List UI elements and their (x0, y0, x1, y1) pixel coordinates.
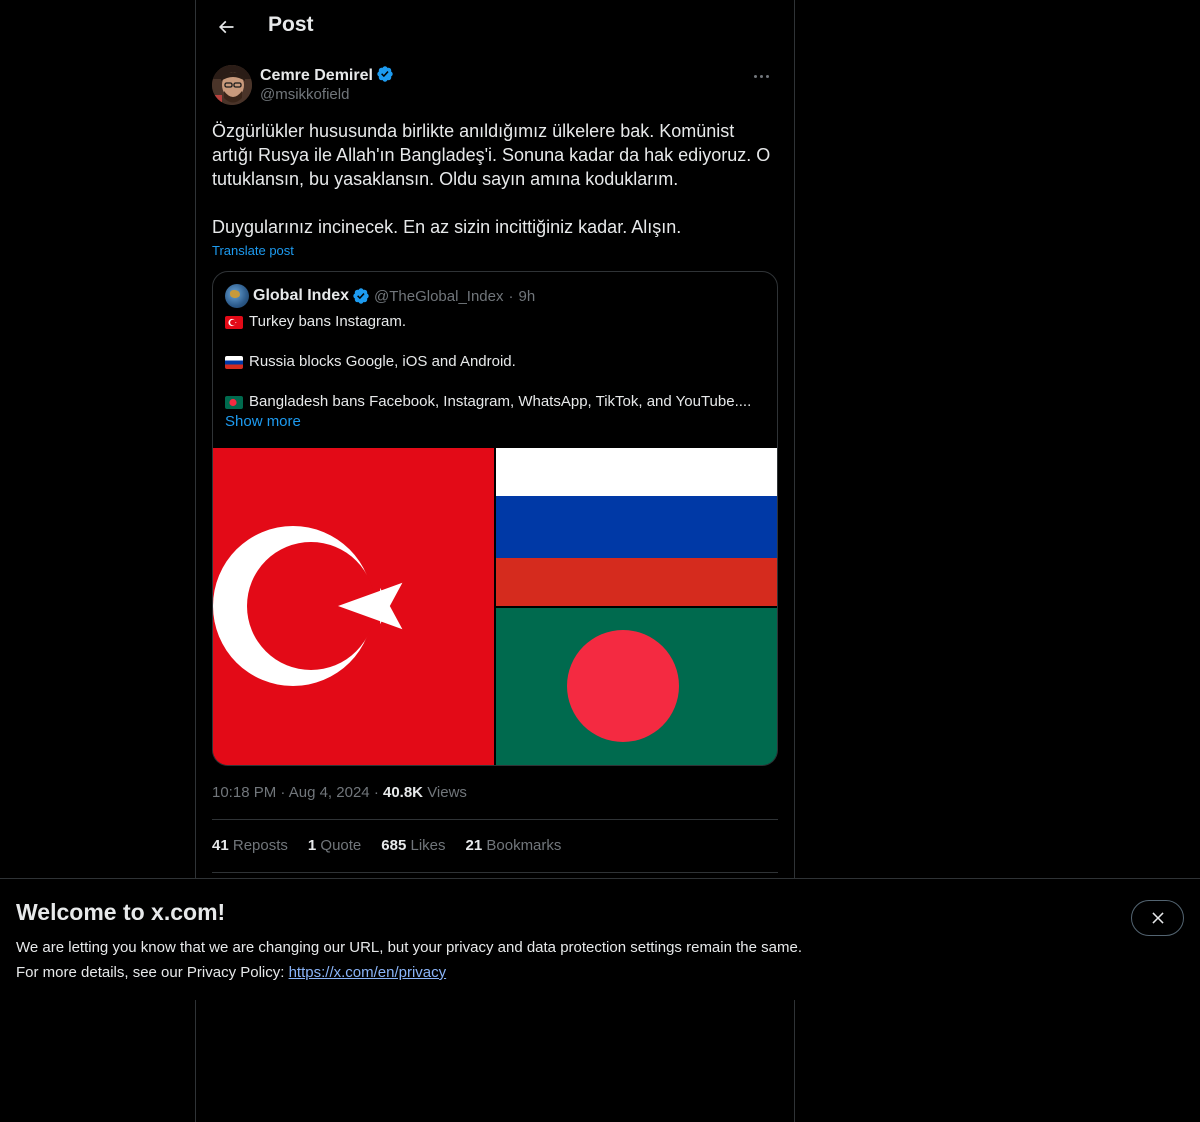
russia-flag-image[interactable] (496, 448, 777, 606)
divider (212, 872, 778, 873)
bangladesh-flag-image[interactable] (496, 608, 777, 765)
bangladesh-flag-icon (225, 395, 243, 409)
banner-title: Welcome to x.com! (16, 899, 226, 925)
post-paragraph: Duygularınız incinecek. En az sizin inci… (212, 217, 682, 237)
quote-author-name: Global Index (253, 287, 350, 304)
verified-badge-icon (353, 288, 369, 304)
back-button[interactable] (208, 9, 244, 45)
turkey-flag-image[interactable] (213, 448, 494, 765)
close-button[interactable] (1131, 900, 1184, 936)
banner-text: We are letting you know that we are chan… (16, 935, 802, 985)
divider (212, 819, 778, 820)
bookmarks-stat[interactable]: 21 Bookmarks (466, 837, 562, 854)
post-paragraph: Özgürlükler hususunda birlikte anıldığım… (212, 121, 771, 189)
quote-header: Global Index @TheGlobal_Index · 9h (225, 284, 536, 308)
author-handle[interactable]: @msikkofield (260, 86, 349, 103)
quote-avatar (225, 284, 249, 308)
post-date[interactable]: Aug 4, 2024 (289, 784, 370, 801)
author-name-text[interactable]: Cemre Demirel (260, 67, 373, 84)
more-button[interactable] (744, 64, 778, 88)
russia-flag-icon (225, 355, 243, 369)
quoted-post[interactable]: Global Index @TheGlobal_Index · 9h Turke… (212, 271, 778, 766)
quote-author-handle: @TheGlobal_Index (374, 287, 504, 305)
more-icon (753, 74, 757, 78)
turkey-flag-icon (225, 315, 243, 329)
privacy-policy-link[interactable]: https://x.com/en/privacy (289, 964, 447, 981)
back-arrow-icon (218, 20, 234, 34)
quote-line: Russia blocks Google, iOS and Android. (225, 352, 770, 372)
url-change-banner: Welcome to x.com! We are letting you kno… (0, 878, 1200, 1000)
quote-media[interactable] (213, 448, 777, 765)
banner-line: For more details, see our Privacy Policy… (16, 964, 447, 981)
post-text: Özgürlükler hususunda birlikte anıldığım… (212, 119, 778, 239)
show-more-link[interactable]: Show more (225, 412, 770, 432)
avatar[interactable] (212, 65, 252, 105)
author-name[interactable]: Cemre Demirel (260, 65, 394, 85)
quote-stat[interactable]: 1 Quote (308, 837, 361, 854)
post-time[interactable]: 10:18 PM (212, 784, 276, 801)
likes-stat[interactable]: 685 Likes (381, 837, 445, 854)
views-label: Views (427, 784, 467, 801)
post-stats: 41 Reposts 1 Quote 685 Likes 21 Bookmark… (212, 837, 561, 854)
page-title: Post (268, 13, 314, 36)
views-count: 40.8K (382, 784, 424, 801)
reposts-stat[interactable]: 41 Reposts (212, 837, 288, 854)
post-author: Cemre Demirel @msikkofield (212, 64, 778, 108)
verified-badge-icon (377, 66, 393, 82)
quote-line: Turkey bans Instagram. (225, 312, 770, 332)
quote-line: Bangladesh bans Facebook, Instagram, Wha… (225, 392, 770, 412)
header-bar: Post (196, 0, 794, 54)
quote-text: Turkey bans Instagram. Russia blocks Goo… (225, 312, 770, 432)
banner-line: We are letting you know that we are chan… (16, 939, 802, 956)
post-meta: 10:18 PM · Aug 4, 2024 · 40.8K Views (212, 784, 467, 801)
close-icon (1151, 912, 1164, 924)
translate-link[interactable]: Translate post (212, 243, 294, 258)
quote-time: 9h (518, 287, 536, 305)
